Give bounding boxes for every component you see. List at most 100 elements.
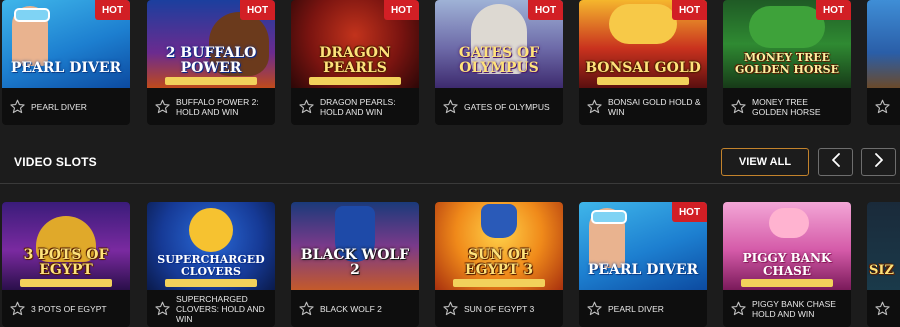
game-thumbnail[interactable]: Dragon Pearls HOT bbox=[291, 0, 419, 88]
game-logo: Piggy Bank Chase bbox=[742, 251, 832, 278]
game-title: BLACK WOLF 2 bbox=[320, 303, 382, 314]
game-footer: BUFFALO POWER 2: HOLD AND WIN bbox=[147, 88, 275, 125]
game-logo: Bonsai Gold bbox=[585, 60, 701, 76]
section-divider bbox=[0, 183, 900, 184]
hot-badge: HOT bbox=[672, 0, 707, 20]
hot-badge: HOT bbox=[528, 0, 563, 20]
star-outline-icon[interactable] bbox=[299, 301, 314, 316]
game-thumbnail[interactable]: Supercharged Clovers bbox=[147, 202, 275, 290]
game-logo: Black Wolf 2 bbox=[300, 247, 410, 278]
game-footer: SUPERCHARGED CLOVERS: HOLD AND WIN bbox=[147, 290, 275, 327]
star-outline-icon[interactable] bbox=[731, 301, 746, 316]
game-footer: MONEY TREE GOLDEN HORSE bbox=[723, 88, 851, 125]
star-outline-icon[interactable] bbox=[155, 301, 170, 316]
game-card-sun-of-egypt-3[interactable]: Sun of Egypt 3 SUN OF EGYPT 3 bbox=[435, 202, 563, 327]
game-footer: PEARL DIVER bbox=[2, 88, 130, 125]
game-thumbnail[interactable]: Piggy Bank Chase bbox=[723, 202, 851, 290]
game-logo-ribbon bbox=[20, 279, 112, 287]
game-title: 3 POTS OF EGYPT bbox=[31, 303, 107, 314]
game-thumbnail[interactable]: Bonsai Gold HOT bbox=[579, 0, 707, 88]
game-card-pearl-diver-2[interactable]: Pearl Diver HOT PEARL DIVER bbox=[579, 202, 707, 327]
game-card-buffalo-power-2[interactable]: 2 Buffalo Power HOT BUFFALO POWER 2: HOL… bbox=[147, 0, 275, 125]
game-title: GATES OF OLYMPUS bbox=[464, 101, 550, 112]
hot-badge: HOT bbox=[384, 0, 419, 20]
star-outline-icon[interactable] bbox=[299, 99, 314, 114]
game-thumbnail[interactable]: Pearl Diver HOT bbox=[2, 0, 130, 88]
game-title: BUFFALO POWER 2: HOLD AND WIN bbox=[176, 96, 259, 117]
star-outline-icon[interactable] bbox=[155, 99, 170, 114]
video-slots-row: 3 Pots of Egypt 3 POTS OF EGYPT Supercha… bbox=[0, 202, 900, 327]
view-all-button[interactable]: VIEW ALL bbox=[721, 148, 809, 176]
hot-badge: HOT bbox=[816, 0, 851, 20]
star-outline-icon[interactable] bbox=[875, 301, 890, 316]
game-thumbnail[interactable]: 3 Pots of Egypt bbox=[2, 202, 130, 290]
star-outline-icon[interactable] bbox=[731, 99, 746, 114]
game-logo-ribbon bbox=[597, 77, 689, 85]
chevron-left-icon bbox=[831, 152, 841, 172]
game-footer bbox=[867, 88, 900, 125]
game-card-bonsai-gold[interactable]: Bonsai Gold HOT BONSAI GOLD HOLD & WIN bbox=[579, 0, 707, 125]
game-logo-ribbon bbox=[309, 77, 401, 85]
game-logo: Sun of Egypt 3 bbox=[464, 247, 534, 278]
hot-badge: HOT bbox=[672, 202, 707, 222]
chevron-right-icon bbox=[874, 152, 884, 172]
game-footer: SUN OF EGYPT 3 bbox=[435, 290, 563, 327]
game-thumbnail[interactable]: Black Wolf 2 bbox=[291, 202, 419, 290]
game-logo: Supercharged Clovers bbox=[157, 253, 265, 278]
hot-badge: HOT bbox=[240, 0, 275, 20]
star-outline-icon[interactable] bbox=[875, 99, 890, 114]
game-footer: 3 POTS OF EGYPT bbox=[2, 290, 130, 327]
game-title: PEARL DIVER bbox=[31, 101, 87, 112]
game-logo: Pearl Diver bbox=[10, 60, 122, 76]
star-outline-icon[interactable] bbox=[587, 99, 602, 114]
top-games-row: Pearl Diver HOT PEARL DIVER 2 Buffalo Po… bbox=[0, 0, 900, 125]
game-title: BONSAI GOLD HOLD & WIN bbox=[608, 96, 701, 117]
game-thumbnail[interactable] bbox=[867, 0, 900, 88]
game-logo: Gates of Olympus bbox=[458, 45, 540, 76]
game-footer: PEARL DIVER bbox=[579, 290, 707, 327]
game-logo-ribbon bbox=[741, 279, 833, 287]
star-outline-icon[interactable] bbox=[443, 99, 458, 114]
star-outline-icon[interactable] bbox=[10, 301, 25, 316]
game-logo-ribbon bbox=[165, 77, 257, 85]
game-thumbnail[interactable]: Sun of Egypt 3 bbox=[435, 202, 563, 290]
game-card-3-pots-of-egypt[interactable]: 3 Pots of Egypt 3 POTS OF EGYPT bbox=[2, 202, 130, 327]
game-footer: PIGGY BANK CHASE HOLD AND WIN bbox=[723, 290, 851, 327]
game-card-supercharged-clovers[interactable]: Supercharged Clovers SUPERCHARGED CLOVER… bbox=[147, 202, 275, 327]
game-thumbnail[interactable]: Siz bbox=[867, 202, 900, 290]
game-logo: Money Tree Golden Horse bbox=[735, 51, 839, 76]
game-thumbnail[interactable]: Gates of Olympus HOT bbox=[435, 0, 563, 88]
game-thumbnail[interactable]: Pearl Diver HOT bbox=[579, 202, 707, 290]
section-title: VIDEO SLOTS bbox=[14, 155, 97, 169]
hot-badge: HOT bbox=[95, 0, 130, 20]
game-card-dragon-pearls[interactable]: Dragon Pearls HOT DRAGON PEARLS: HOLD AN… bbox=[291, 0, 419, 125]
game-logo-ribbon bbox=[453, 279, 545, 287]
game-logo: 3 Pots of Egypt bbox=[23, 247, 109, 278]
game-card-money-tree[interactable]: Money Tree Golden Horse HOT MONEY TREE G… bbox=[723, 0, 851, 125]
game-logo: Siz bbox=[869, 263, 894, 278]
game-card-piggy-bank-chase[interactable]: Piggy Bank Chase PIGGY BANK CHASE HOLD A… bbox=[723, 202, 851, 327]
game-title: SUN OF EGYPT 3 bbox=[464, 303, 535, 314]
game-thumbnail[interactable]: 2 Buffalo Power HOT bbox=[147, 0, 275, 88]
game-logo-ribbon bbox=[165, 279, 257, 287]
game-title: SUPERCHARGED CLOVERS: HOLD AND WIN bbox=[176, 293, 265, 324]
game-card-partial[interactable]: Siz bbox=[867, 202, 900, 327]
game-footer: BONSAI GOLD HOLD & WIN bbox=[579, 88, 707, 125]
game-card-pearl-diver[interactable]: Pearl Diver HOT PEARL DIVER bbox=[2, 0, 130, 125]
game-thumbnail[interactable]: Money Tree Golden Horse HOT bbox=[723, 0, 851, 88]
game-footer: DRAGON PEARLS: HOLD AND WIN bbox=[291, 88, 419, 125]
game-card-partial[interactable] bbox=[867, 0, 900, 125]
star-outline-icon[interactable] bbox=[10, 99, 25, 114]
star-outline-icon[interactable] bbox=[443, 301, 458, 316]
game-logo: Pearl Diver bbox=[587, 262, 699, 278]
game-footer: GATES OF OLYMPUS bbox=[435, 88, 563, 125]
game-logo: Dragon Pearls bbox=[319, 45, 391, 76]
carousel-prev-button[interactable] bbox=[818, 148, 853, 176]
game-logo: 2 Buffalo Power bbox=[165, 45, 257, 76]
game-footer: BLACK WOLF 2 bbox=[291, 290, 419, 327]
carousel-next-button[interactable] bbox=[861, 148, 896, 176]
game-card-black-wolf-2[interactable]: Black Wolf 2 BLACK WOLF 2 bbox=[291, 202, 419, 327]
star-outline-icon[interactable] bbox=[587, 301, 602, 316]
game-title: DRAGON PEARLS: HOLD AND WIN bbox=[320, 96, 396, 117]
game-card-gates-of-olympus[interactable]: Gates of Olympus HOT GATES OF OLYMPUS bbox=[435, 0, 563, 125]
